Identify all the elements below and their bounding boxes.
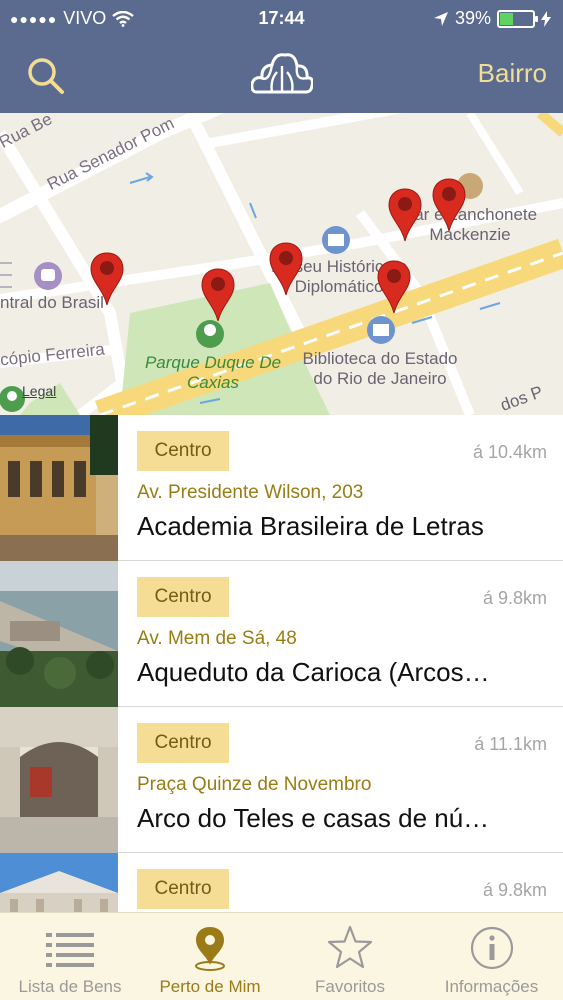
map-view[interactable]: Rua Senador Pom Rua Be cópio Ferreira nt… <box>0 113 563 415</box>
distance-label: á 9.8km <box>482 588 547 608</box>
map-pin[interactable] <box>388 187 422 243</box>
tab-label: Lista de Bens <box>18 977 122 996</box>
place-title: Academia Brasileira de Letras <box>137 511 484 541</box>
info-icon <box>470 926 513 970</box>
place-photo <box>0 853 118 912</box>
tab-perto-de-mim[interactable]: Perto de Mim <box>140 913 280 1000</box>
tab-informacoes[interactable]: Informações <box>420 913 563 1000</box>
neighborhood-button[interactable]: Bairro <box>478 58 547 89</box>
distance-label: á 11.1km <box>474 734 547 754</box>
location-arrow-icon <box>433 11 448 26</box>
address-label: Av. Presidente Wilson, 203 <box>137 482 364 503</box>
tab-label: Informações <box>444 977 539 996</box>
map-pin[interactable] <box>90 251 124 307</box>
battery-percent: 39% <box>454 8 491 28</box>
place-photo <box>0 561 118 707</box>
map-label-station: ntral do Brasil <box>0 293 104 312</box>
tab-label: Favoritos <box>315 977 385 996</box>
battery-icon <box>497 9 538 28</box>
list-icon <box>46 933 94 967</box>
map-pin[interactable] <box>201 267 235 323</box>
location-pin-icon <box>195 927 225 971</box>
star-icon <box>327 925 373 969</box>
place-title: Arco do Teles e casas de nú… <box>137 803 490 833</box>
map-pin[interactable] <box>432 177 466 233</box>
neighborhood-badge: Centro <box>137 723 229 763</box>
list-item[interactable]: Centro á 9.8km <box>0 853 563 912</box>
map-pin[interactable] <box>377 259 411 315</box>
status-bar: ●●●●● VIVO 17:44 39% <box>0 0 563 38</box>
neighborhood-badge: Centro <box>137 431 229 471</box>
app-header: ●●●●● VIVO 17:44 39% Bairro <box>0 0 563 113</box>
places-list[interactable]: Centro á 10.4km Av. Presidente Wilson, 2… <box>0 415 563 912</box>
list-item[interactable]: Centro á 9.8km Av. Mem de Sá, 48 Aquedut… <box>0 561 563 707</box>
map-label-park: Parque Duque De Caxias <box>144 353 282 392</box>
tab-lista-de-bens[interactable]: Lista de Bens <box>0 913 140 1000</box>
list-item[interactable]: Centro á 11.1km Praça Quinze de Novembro… <box>0 707 563 853</box>
tab-bar: Lista de Bens Perto de Mim Favoritos Inf… <box>0 912 563 1000</box>
tab-label: Perto de Mim <box>159 977 261 996</box>
map-legal-link[interactable]: Legal <box>22 383 56 399</box>
search-icon[interactable] <box>24 54 68 98</box>
map-pin[interactable] <box>269 241 303 297</box>
distance-label: á 9.8km <box>482 880 547 900</box>
map-label-library: Biblioteca do Estado do Rio de Janeiro <box>302 349 458 388</box>
charging-bolt-icon <box>541 10 551 27</box>
navigation-bar: Bairro <box>0 40 563 113</box>
address-label: Praça Quinze de Novembro <box>137 774 372 795</box>
neighborhood-badge: Centro <box>137 869 229 909</box>
tab-favoritos[interactable]: Favoritos <box>280 913 420 1000</box>
place-photo <box>0 415 118 561</box>
list-item[interactable]: Centro á 10.4km Av. Presidente Wilson, 2… <box>0 415 563 561</box>
distance-label: á 10.4km <box>472 442 547 462</box>
address-label: Av. Mem de Sá, 48 <box>137 628 297 649</box>
place-title: Aqueduto da Carioca (Arcos… <box>137 657 490 687</box>
place-photo <box>0 707 118 853</box>
neighborhood-badge: Centro <box>137 577 229 617</box>
cloud-logo-icon <box>251 53 313 94</box>
